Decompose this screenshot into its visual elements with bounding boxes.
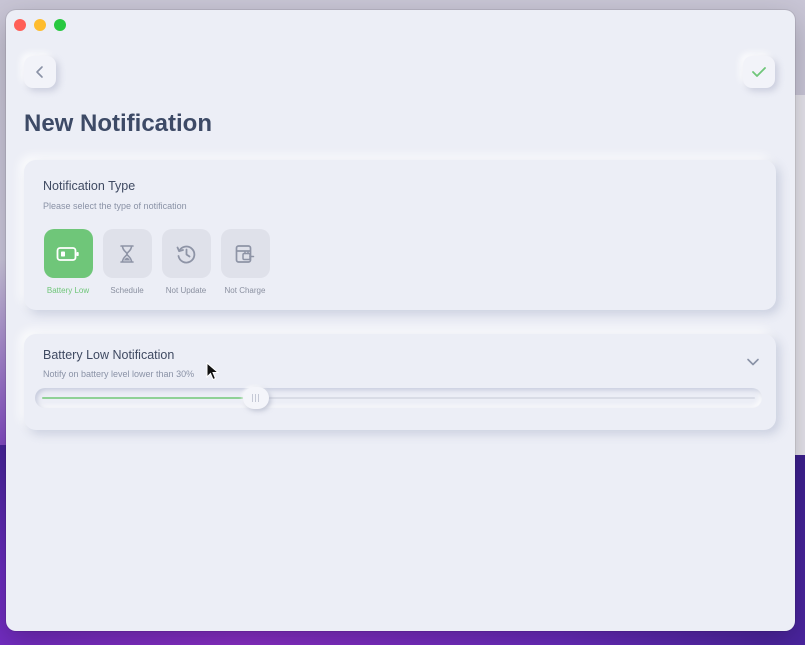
chevron-left-icon — [36, 66, 43, 78]
checkmark-icon — [752, 67, 766, 77]
window-controls — [14, 19, 66, 31]
mouse-cursor-icon — [206, 362, 220, 381]
battery-threshold-slider[interactable] — [35, 387, 762, 409]
close-window-button[interactable] — [14, 19, 26, 31]
battery-low-subtitle: Notify on battery level lower than 30% — [43, 369, 195, 379]
slider-thumb[interactable] — [242, 387, 269, 409]
type-option-not-update[interactable]: Not Update — [161, 229, 211, 295]
battery-low-card: Battery Low Notification Notify on batte… — [24, 334, 776, 430]
type-option-battery-low[interactable]: Battery Low — [43, 229, 93, 295]
confirm-button[interactable] — [743, 56, 775, 88]
type-option-label: Not Update — [165, 286, 207, 295]
notification-type-subtitle: Please select the type of notification — [43, 201, 187, 211]
slider-fill — [42, 397, 256, 399]
battery-low-title: Battery Low Notification — [43, 348, 175, 362]
type-option-label: Battery Low — [46, 286, 90, 295]
notification-type-card: Notification Type Please select the type… — [24, 160, 776, 310]
charger-icon — [235, 244, 255, 263]
minimize-window-button[interactable] — [34, 19, 46, 31]
type-option-label: Schedule — [110, 286, 144, 295]
back-button[interactable] — [24, 56, 56, 88]
app-window: New Notification Notification Type Pleas… — [6, 10, 795, 631]
type-option-schedule[interactable]: Schedule — [102, 229, 152, 295]
expand-button[interactable] — [746, 354, 760, 372]
notification-type-options: Battery Low Schedule Not Update Not Char… — [43, 229, 270, 295]
type-option-label: Not Charge — [224, 286, 266, 295]
page-title: New Notification — [24, 110, 213, 137]
maximize-window-button[interactable] — [54, 19, 66, 31]
hourglass-icon — [120, 244, 134, 263]
history-icon — [176, 245, 196, 263]
chevron-down-icon — [747, 358, 759, 366]
battery-icon — [56, 246, 79, 261]
notification-type-title: Notification Type — [43, 179, 136, 193]
type-option-not-charge[interactable]: Not Charge — [220, 229, 270, 295]
slider-rail — [42, 387, 755, 409]
